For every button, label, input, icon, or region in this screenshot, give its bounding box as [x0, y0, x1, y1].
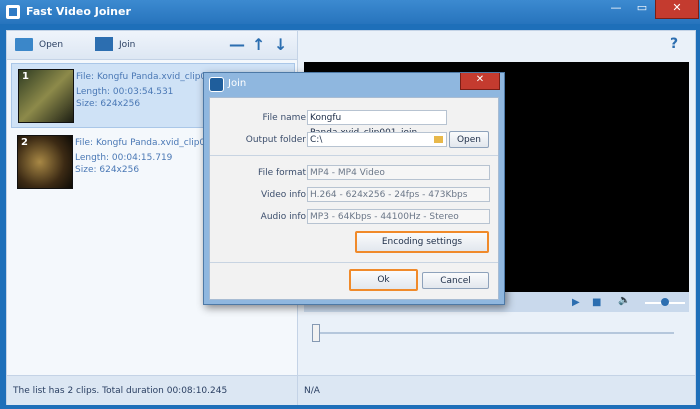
dialog-close-button[interactable]: ✕ — [460, 73, 500, 90]
encoding-settings-button[interactable]: Encoding settings — [355, 231, 489, 253]
toolbar: Open Join — ↑ ↓ — [7, 31, 297, 60]
clip-length: Length: 00:03:54.531 — [76, 87, 174, 97]
volume-slider-knob[interactable] — [661, 298, 669, 306]
video-info-label: Video info — [261, 190, 306, 200]
open-button[interactable]: Open — [39, 40, 63, 50]
output-folder-label: Output folder — [245, 135, 306, 145]
status-bar-left: The list has 2 clips. Total duration 00:… — [7, 375, 297, 405]
browse-folder-icon[interactable] — [434, 136, 443, 143]
open-folder-button[interactable]: Open — [449, 131, 489, 148]
title-bar[interactable]: Fast Video Joiner — ▭ ✕ — [0, 0, 700, 24]
status-text: The list has 2 clips. Total duration 00:… — [13, 386, 228, 396]
join-dialog: Join ✕ File name Kongfu Panda.xvid_clip0… — [203, 72, 505, 305]
file-name-label: File name — [262, 113, 306, 123]
app-icon — [6, 5, 20, 19]
divider — [210, 262, 498, 263]
move-up-icon[interactable]: ↑ — [252, 35, 265, 54]
stop-icon[interactable]: ■ — [592, 297, 601, 308]
main-window: Fast Video Joiner — ▭ ✕ Open Join — ↑ ↓ … — [0, 0, 700, 409]
maximize-button[interactable]: ▭ — [629, 0, 655, 18]
file-name-field[interactable]: Kongfu Panda.xvid_clip001_join — [307, 110, 447, 138]
dialog-body: File name Kongfu Panda.xvid_clip001_join… — [209, 97, 499, 300]
clip-thumbnail: 2 — [17, 135, 73, 189]
clip-thumbnail: 1 — [18, 69, 74, 123]
clip-size: Size: 624x256 — [75, 165, 140, 175]
dialog-title: Join — [228, 78, 247, 89]
clip-number: 2 — [21, 137, 28, 148]
output-folder-field[interactable]: C:\ — [307, 132, 447, 147]
volume-icon[interactable]: 🔈 — [618, 295, 630, 306]
cancel-button[interactable]: Cancel — [422, 272, 489, 289]
dialog-title-bar[interactable]: Join ✕ — [204, 73, 504, 95]
minimize-button[interactable]: — — [603, 0, 629, 18]
play-icon[interactable]: ▶ — [572, 297, 580, 308]
help-icon[interactable]: ? — [670, 36, 678, 52]
audio-info-field: MP3 - 64Kbps - 44100Hz - Stereo — [307, 209, 490, 224]
file-format-label: File format — [258, 168, 306, 178]
seek-bar[interactable] — [314, 332, 674, 334]
close-button[interactable]: ✕ — [655, 0, 699, 19]
clip-number: 1 — [22, 71, 29, 82]
status-bar-right: N/A — [298, 375, 695, 405]
file-format-field: MP4 - MP4 Video — [307, 165, 490, 180]
dialog-app-icon — [209, 77, 224, 92]
join-film-icon[interactable] — [95, 37, 113, 51]
join-button[interactable]: Join — [119, 40, 135, 50]
divider — [210, 155, 498, 156]
clip-length: Length: 00:04:15.719 — [75, 153, 173, 163]
window-title: Fast Video Joiner — [26, 5, 131, 18]
remove-icon[interactable]: — — [229, 35, 245, 54]
seek-handle[interactable] — [312, 324, 320, 342]
video-info-field: H.264 - 624x256 - 24fps - 473Kbps — [307, 187, 490, 202]
move-down-icon[interactable]: ↓ — [274, 35, 287, 54]
ok-button[interactable]: Ok — [349, 269, 418, 291]
status-text-right: N/A — [304, 386, 320, 396]
audio-info-label: Audio info — [260, 212, 306, 222]
clip-size: Size: 624x256 — [76, 99, 141, 109]
open-folder-icon[interactable] — [15, 38, 33, 51]
